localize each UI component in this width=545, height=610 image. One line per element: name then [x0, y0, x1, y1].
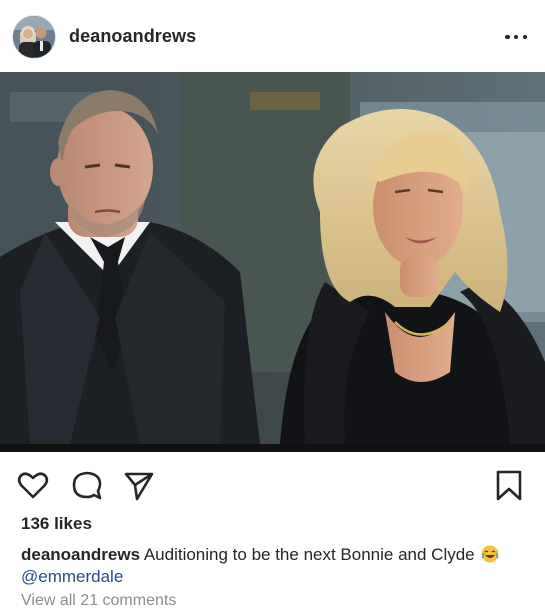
- post-header: deanoandrews: [0, 0, 545, 72]
- bookmark-icon[interactable]: [492, 468, 526, 502]
- view-comments-link[interactable]: View all 21 comments: [21, 592, 176, 610]
- caption-mention[interactable]: @emmerdale: [21, 567, 123, 586]
- post-caption: deanoandrews Auditioning to be the next …: [21, 544, 526, 588]
- face-with-tears-of-joy-icon: [481, 545, 499, 563]
- caption-text: Auditioning to be the next Bonnie and Cl…: [140, 545, 480, 564]
- likes-count[interactable]: 136 likes: [21, 514, 92, 534]
- action-bar: [0, 458, 545, 508]
- caption-username[interactable]: deanoandrews: [21, 545, 140, 564]
- more-options-icon[interactable]: [505, 30, 527, 44]
- post-image[interactable]: [0, 72, 545, 452]
- comment-icon[interactable]: [70, 468, 104, 502]
- heart-icon[interactable]: [16, 468, 50, 502]
- post-username[interactable]: deanoandrews: [69, 26, 196, 47]
- share-icon[interactable]: [122, 468, 156, 502]
- avatar[interactable]: [13, 16, 55, 58]
